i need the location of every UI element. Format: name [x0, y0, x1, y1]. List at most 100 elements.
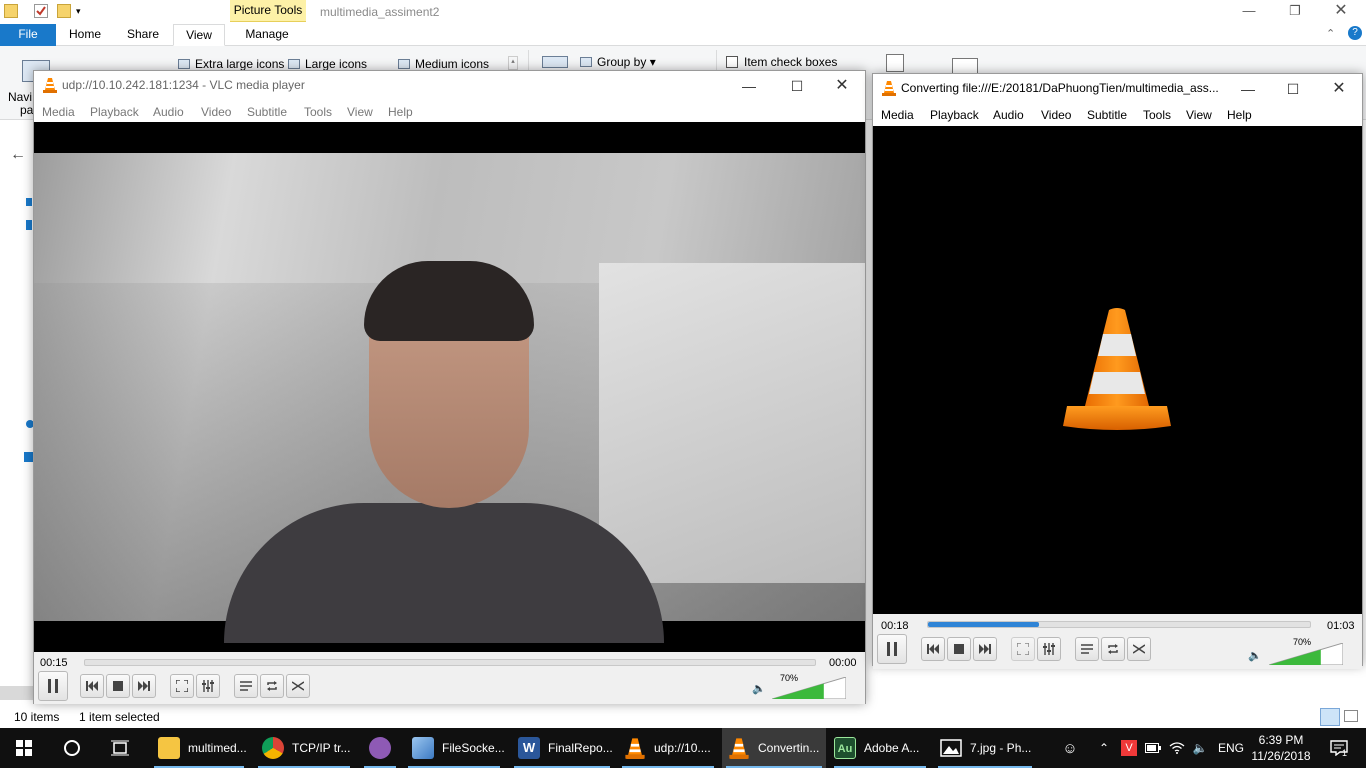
help-icon[interactable]: ? [1348, 26, 1362, 40]
hide-selected-icon[interactable] [886, 54, 904, 72]
minimize-button[interactable]: — [1228, 77, 1268, 101]
taskbar-chrome[interactable]: TCP/IP tr... [254, 728, 354, 768]
loop-button[interactable] [1101, 637, 1125, 661]
maximize-button[interactable]: ☐ [1273, 77, 1313, 101]
taskbar-filesocket[interactable]: FileSocke... [404, 728, 505, 768]
close-button[interactable]: ✕ [1319, 77, 1359, 101]
menu-tools[interactable]: Tools [1143, 108, 1171, 122]
collapse-ribbon-icon[interactable]: ⌃ [1326, 27, 1335, 40]
speaker-icon[interactable]: 🔈 [1248, 649, 1262, 662]
clock[interactable]: 6:39 PM 11/26/2018 [1246, 732, 1316, 764]
next-button[interactable] [132, 674, 156, 698]
item-check-boxes-toggle[interactable]: Item check boxes [726, 55, 837, 69]
playlist-button[interactable] [1075, 637, 1099, 661]
extra-large-icons-option[interactable]: Extra large icons [178, 57, 284, 71]
menu-media[interactable]: Media [42, 105, 75, 119]
restore-button[interactable]: ❐ [1272, 0, 1318, 22]
volume-slider[interactable]: 70% [1268, 637, 1344, 666]
maximize-button[interactable]: ☐ [777, 74, 817, 98]
volume-slider[interactable]: 70% [771, 673, 847, 700]
tab-share[interactable]: Share [118, 24, 168, 46]
video-output[interactable] [34, 122, 865, 652]
menu-media[interactable]: Media [881, 108, 914, 122]
speaker-icon[interactable]: 🔈 [752, 682, 766, 695]
pause-button[interactable] [38, 671, 68, 701]
start-button[interactable] [8, 728, 40, 768]
seek-slider[interactable] [927, 621, 1311, 628]
vivaldi-tray-icon[interactable]: V [1118, 728, 1140, 768]
stop-button[interactable] [947, 637, 971, 661]
tab-file[interactable]: File [0, 24, 56, 46]
folder-icon[interactable] [26, 220, 32, 230]
action-center-button[interactable]: 1 [1322, 728, 1356, 768]
volume-tray-icon[interactable]: 🔈 [1190, 728, 1210, 768]
menu-view[interactable]: View [1186, 108, 1212, 122]
back-arrow-icon[interactable]: ← [10, 146, 26, 164]
language-indicator[interactable]: ENG [1214, 728, 1248, 768]
sort-by-icon[interactable] [542, 56, 568, 68]
large-icons-view-button[interactable] [1344, 710, 1358, 722]
wifi-icon[interactable] [1166, 728, 1188, 768]
menu-audio[interactable]: Audio [993, 108, 1024, 122]
seek-slider[interactable] [84, 659, 816, 666]
menu-subtitle[interactable]: Subtitle [247, 105, 287, 119]
stop-button[interactable] [106, 674, 130, 698]
menu-help[interactable]: Help [388, 105, 413, 119]
menu-audio[interactable]: Audio [153, 105, 184, 119]
task-view-button[interactable] [104, 728, 136, 768]
menu-view[interactable]: View [347, 105, 373, 119]
shuffle-button[interactable] [286, 674, 310, 698]
tab-manage[interactable]: Manage [234, 24, 300, 46]
options-icon[interactable] [952, 58, 978, 74]
video-output[interactable] [873, 126, 1362, 614]
taskbar-vlc-stream[interactable]: udp://10.... [618, 728, 718, 768]
taskbar-app[interactable] [360, 728, 400, 768]
menu-playback[interactable]: Playback [930, 108, 979, 122]
menu-tools[interactable]: Tools [304, 105, 332, 119]
close-button[interactable]: ✕ [822, 74, 862, 98]
tab-view[interactable]: View [173, 24, 225, 46]
pause-button[interactable] [877, 634, 907, 664]
menu-playback[interactable]: Playback [90, 105, 139, 119]
fullscreen-button[interactable] [1011, 637, 1035, 661]
shuffle-button[interactable] [1127, 637, 1151, 661]
customize-qat-icon[interactable]: ▾ [76, 6, 90, 20]
tab-home[interactable]: Home [60, 24, 110, 46]
taskbar-vlc-converting[interactable]: Convertin... [722, 728, 826, 768]
group-by-dropdown[interactable]: Group by ▾ [580, 55, 656, 69]
battery-icon[interactable] [1142, 728, 1164, 768]
people-icon[interactable]: ☺ [1058, 728, 1082, 768]
new-folder-icon[interactable] [57, 4, 71, 18]
properties-icon[interactable] [34, 4, 48, 18]
scrollbar[interactable] [0, 686, 34, 700]
playlist-button[interactable] [234, 674, 258, 698]
extended-settings-button[interactable] [196, 674, 220, 698]
layout-scroll-up-icon[interactable]: ▴ [508, 56, 518, 70]
navigation-pane-label[interactable]: Navi [8, 90, 32, 104]
menu-video[interactable]: Video [201, 105, 231, 119]
previous-button[interactable] [921, 637, 945, 661]
taskbar-audition[interactable]: Au Adobe A... [830, 728, 930, 768]
quick-access-icon[interactable] [26, 198, 32, 206]
menu-subtitle[interactable]: Subtitle [1087, 108, 1127, 122]
previous-button[interactable] [80, 674, 104, 698]
show-hidden-icons-icon[interactable]: ⌃ [1094, 728, 1114, 768]
cortana-button[interactable] [56, 728, 88, 768]
taskbar-photos[interactable]: 7.jpg - Ph... [934, 728, 1036, 768]
large-icons-option[interactable]: Large icons [288, 57, 367, 71]
details-view-button[interactable] [1320, 708, 1340, 726]
shuffle-icon [1133, 644, 1145, 654]
taskbar-word[interactable]: W FinalRepo... [510, 728, 614, 768]
minimize-button[interactable]: — [729, 74, 769, 98]
fullscreen-button[interactable] [170, 674, 194, 698]
menu-video[interactable]: Video [1041, 108, 1071, 122]
taskbar-explorer[interactable]: multimed... [150, 728, 248, 768]
extended-settings-button[interactable] [1037, 637, 1061, 661]
loop-button[interactable] [260, 674, 284, 698]
minimize-button[interactable]: — [1226, 0, 1272, 22]
folder-icon[interactable] [4, 4, 18, 18]
close-button[interactable]: ✕ [1318, 0, 1364, 22]
menu-help[interactable]: Help [1227, 108, 1252, 122]
next-button[interactable] [973, 637, 997, 661]
medium-icons-option[interactable]: Medium icons [398, 57, 489, 71]
